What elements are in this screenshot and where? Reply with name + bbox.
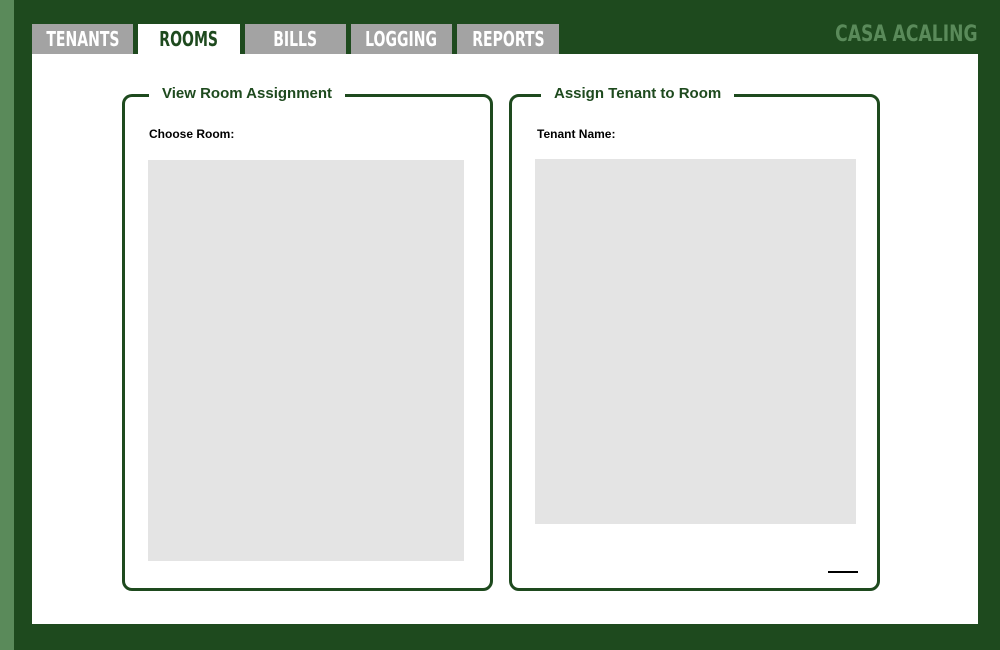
room-assignment-list[interactable] [148,160,464,561]
assign-tenant-title: Assign Tenant to Room [541,85,735,102]
tab-logging[interactable]: LOGGING [351,24,452,54]
choose-room-label: Choose Room: [149,127,235,141]
view-room-assignment-title: View Room Assignment [149,85,346,102]
assign-button[interactable] [828,571,858,573]
tab-rooms[interactable]: ROOMS [138,24,240,54]
assign-tenant-panel: Assign Tenant to Room Tenant Name: [509,85,880,591]
main-content: View Room Assignment Choose Room: Assign… [32,54,978,624]
brand-title: CASA ACALING [835,22,978,47]
tab-bills[interactable]: BILLS [245,24,346,54]
tenant-name-list[interactable] [535,159,856,524]
main-tab-bar: TENANTS ROOMS BILLS LOGGING REPORTS [32,24,564,54]
view-room-assignment-panel: View Room Assignment Choose Room: [122,85,493,591]
tab-tenants[interactable]: TENANTS [32,24,133,54]
tenant-name-label: Tenant Name: [537,127,616,141]
left-accent-strip [0,0,14,650]
tab-reports[interactable]: REPORTS [457,24,559,54]
